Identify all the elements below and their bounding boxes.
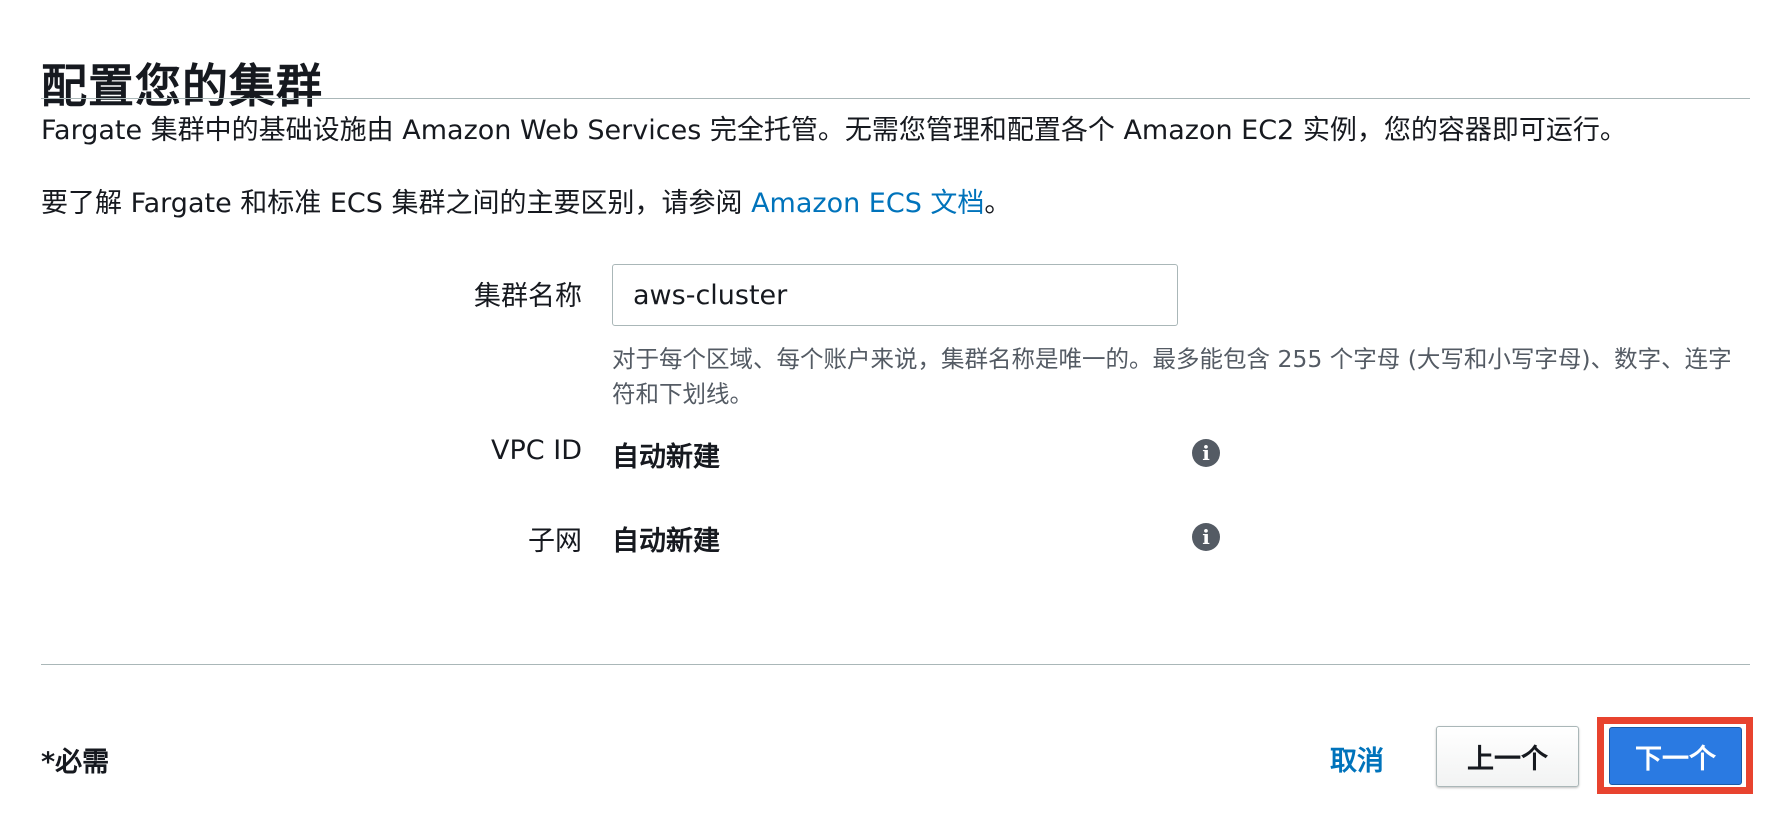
previous-button[interactable]: 上一个 (1436, 726, 1579, 787)
page-title: 配置您的集群 (41, 58, 323, 113)
footer-divider (41, 664, 1750, 665)
subnet-value: 自动新建 (612, 526, 720, 557)
cluster-name-hint: 对于每个区域、每个账户来说，集群名称是唯一的。最多能包含 255 个字母 (大写… (612, 345, 1732, 409)
intro-docs-suffix: 。 (984, 188, 1012, 219)
intro-description: Fargate 集群中的基础设施由 Amazon Web Services 完全… (41, 115, 1627, 146)
subnet-label: 子网 (528, 526, 582, 557)
intro-docs-line: 要了解 Fargate 和标准 ECS 集群之间的主要区别，请参阅 Amazon… (41, 186, 1011, 221)
required-note: *必需 (41, 747, 110, 778)
ecs-docs-link[interactable]: Amazon ECS 文档 (751, 188, 984, 219)
cluster-name-label: 集群名称 (474, 281, 582, 312)
vpc-info-icon[interactable]: i (1192, 439, 1220, 467)
vpc-id-label: VPC ID (491, 435, 582, 466)
intro-docs-prefix: 要了解 Fargate 和标准 ECS 集群之间的主要区别，请参阅 (41, 188, 752, 219)
cluster-name-input[interactable] (612, 264, 1178, 326)
vpc-id-value: 自动新建 (612, 442, 720, 473)
title-divider (41, 98, 1750, 99)
cancel-button[interactable]: 取消 (1330, 739, 1384, 778)
next-button[interactable]: 下一个 (1609, 727, 1742, 785)
subnet-info-icon[interactable]: i (1192, 523, 1220, 551)
